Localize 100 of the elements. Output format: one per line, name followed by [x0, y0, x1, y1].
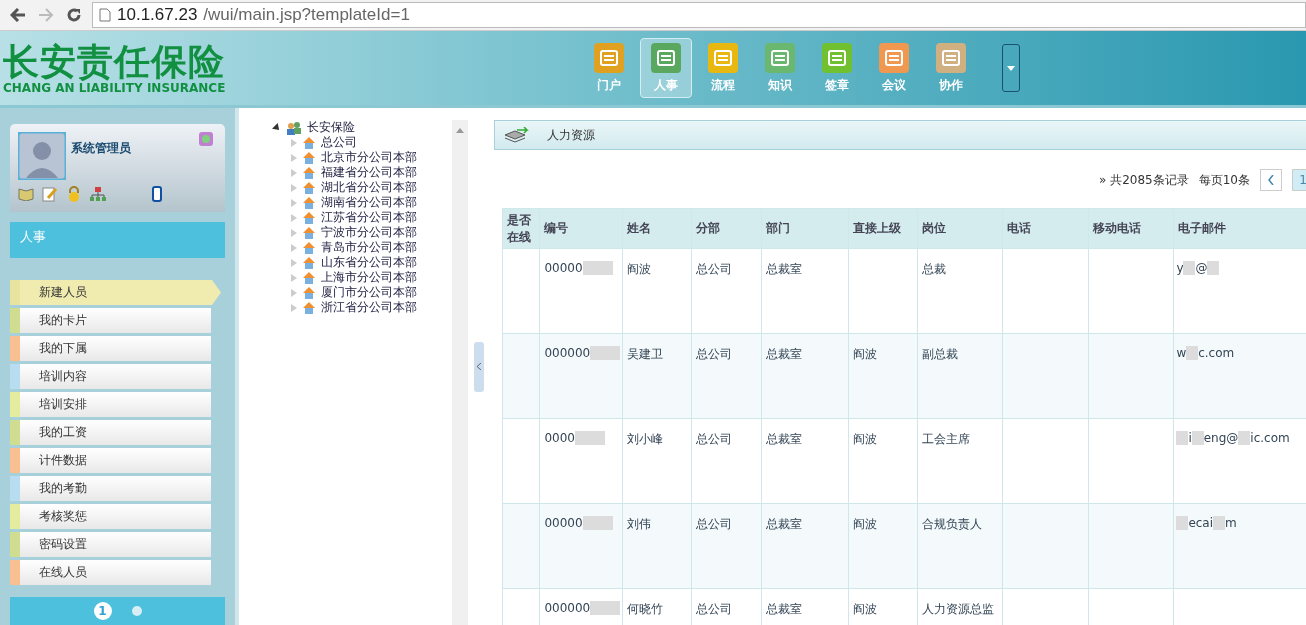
house-icon — [302, 150, 316, 165]
redaction-block — [590, 346, 621, 360]
table-cell: 工会主席 — [917, 418, 1003, 504]
table-cell: 总公司 — [691, 248, 762, 334]
house-icon — [302, 195, 316, 210]
house-icon — [302, 135, 316, 150]
app-icon — [879, 42, 909, 73]
book-icon[interactable] — [18, 187, 34, 201]
redaction-block — [582, 516, 613, 530]
table-cell: 总裁室 — [761, 503, 849, 589]
menu-item[interactable]: 我的考勤 — [10, 476, 211, 501]
edit-icon[interactable] — [42, 186, 58, 202]
table-cell: 吴建卫 — [622, 333, 692, 419]
logo-title: 长安责任保险 — [3, 41, 226, 82]
splitter-handle[interactable] — [474, 341, 484, 392]
scroll-up-icon[interactable] — [456, 128, 464, 133]
avatar-icon — [18, 132, 66, 180]
table-cell: 阎波 — [848, 503, 918, 589]
caret-icon — [1007, 65, 1015, 71]
mobile-phone-icon[interactable] — [152, 186, 162, 202]
scrollbar[interactable] — [452, 120, 468, 625]
lock-icon[interactable] — [66, 186, 82, 202]
table-cell: w c.com — [1173, 333, 1306, 419]
dropdown-button[interactable] — [1002, 44, 1020, 92]
menu-item[interactable]: 培训安排 — [10, 392, 211, 417]
menu-item[interactable]: 我的工资 — [10, 420, 211, 445]
tree-item[interactable]: 上海市分公司本部 — [321, 269, 417, 286]
app-icon — [708, 42, 738, 73]
chevron-left-icon — [1268, 175, 1274, 185]
column-header: 直接上级 — [848, 208, 918, 249]
menu-item[interactable]: 培训内容 — [10, 364, 211, 389]
redaction-block — [574, 431, 605, 445]
column-header: 是否在线 — [502, 208, 540, 249]
app-icon — [936, 42, 966, 73]
house-icon — [302, 210, 316, 225]
menu-item[interactable]: 密码设置 — [10, 532, 211, 557]
table-cell: 刘小峰 — [622, 418, 692, 504]
page-dot[interactable] — [131, 606, 142, 616]
menu-item[interactable]: 我的下属 — [10, 336, 211, 361]
house-icon — [302, 240, 316, 255]
org-chart-icon[interactable] — [90, 186, 106, 202]
tree-item[interactable]: 北京市分公司本部 — [321, 149, 417, 166]
logo-subtitle: CHANG AN LIABILITY INSURANCE — [3, 81, 227, 95]
tree-item[interactable]: 厦门市分公司本部 — [321, 284, 417, 301]
table-cell: 总裁室 — [761, 418, 849, 504]
redaction-block — [590, 601, 621, 615]
menu-item[interactable]: 新建人员 — [10, 280, 221, 305]
table-cell: 00000 — [539, 248, 623, 334]
redaction-block — [1213, 516, 1226, 530]
previous-page-button[interactable] — [1260, 169, 1282, 191]
house-icon — [302, 180, 316, 195]
stack-icon — [503, 127, 529, 143]
app-icon — [765, 42, 795, 73]
page-icon — [99, 8, 111, 22]
redaction-block — [1183, 261, 1196, 275]
section-header: 人事 — [10, 222, 225, 258]
tree-item[interactable]: 江苏省分公司本部 — [321, 209, 417, 226]
menu-item[interactable]: 考核奖惩 — [10, 504, 211, 529]
house-icon — [302, 255, 316, 270]
table-cell: 副总裁 — [917, 333, 1003, 419]
panel-title: 人力资源 — [547, 126, 595, 144]
tree-item[interactable]: 山东省分公司本部 — [321, 254, 417, 271]
house-icon — [302, 165, 316, 180]
table-cell: 阎波 — [848, 333, 918, 419]
forward-icon[interactable] — [36, 8, 56, 22]
tree-item[interactable]: 福建省分公司本部 — [321, 164, 417, 181]
menu-item[interactable]: 在线人员 — [10, 560, 211, 585]
menu-item[interactable]: 计件数据 — [10, 448, 211, 473]
table-cell: 总裁室 — [761, 333, 849, 419]
app-icon — [651, 42, 681, 73]
back-icon[interactable] — [8, 8, 28, 22]
tree-item[interactable]: 浙江省分公司本部 — [321, 299, 417, 316]
table-cell: 阎波 — [848, 418, 918, 504]
tree-item[interactable]: 青岛市分公司本部 — [321, 239, 417, 256]
redaction-block — [1191, 431, 1204, 445]
table-cell: ecai m — [1173, 503, 1306, 589]
app-icon — [594, 42, 624, 73]
theme-icon[interactable] — [199, 132, 213, 146]
people-icon — [286, 120, 302, 135]
table-cell: 总裁室 — [761, 248, 849, 334]
app-icon — [822, 42, 852, 73]
table-cell: 总裁 — [917, 248, 1003, 334]
redaction-block — [1238, 431, 1251, 445]
tree-item[interactable]: 湖北省分公司本部 — [321, 179, 417, 196]
table-cell: 阎波 — [622, 248, 692, 334]
user-name: 系统管理员 — [71, 140, 131, 157]
redaction-block — [1176, 431, 1189, 445]
page-size: 每页10条 — [1198, 171, 1250, 189]
tree-item[interactable]: 湖南省分公司本部 — [321, 194, 417, 211]
column-header: 编号 — [539, 208, 623, 249]
table-cell: 000000 — [539, 333, 623, 419]
redaction-block — [1186, 346, 1199, 360]
column-header: 电子邮件 — [1173, 208, 1306, 249]
tree-item[interactable]: 总公司 — [321, 134, 357, 151]
address-bar[interactable]: 10.1.67.23 /wui/main.jsp?templateId=1 — [92, 2, 1306, 28]
tree-item[interactable]: 长安保险 — [307, 119, 355, 136]
column-header: 电话 — [1003, 208, 1089, 249]
redaction-block — [1207, 261, 1220, 275]
menu-item[interactable]: 我的卡片 — [10, 308, 211, 333]
tree-item[interactable]: 宁波市分公司本部 — [321, 224, 417, 241]
